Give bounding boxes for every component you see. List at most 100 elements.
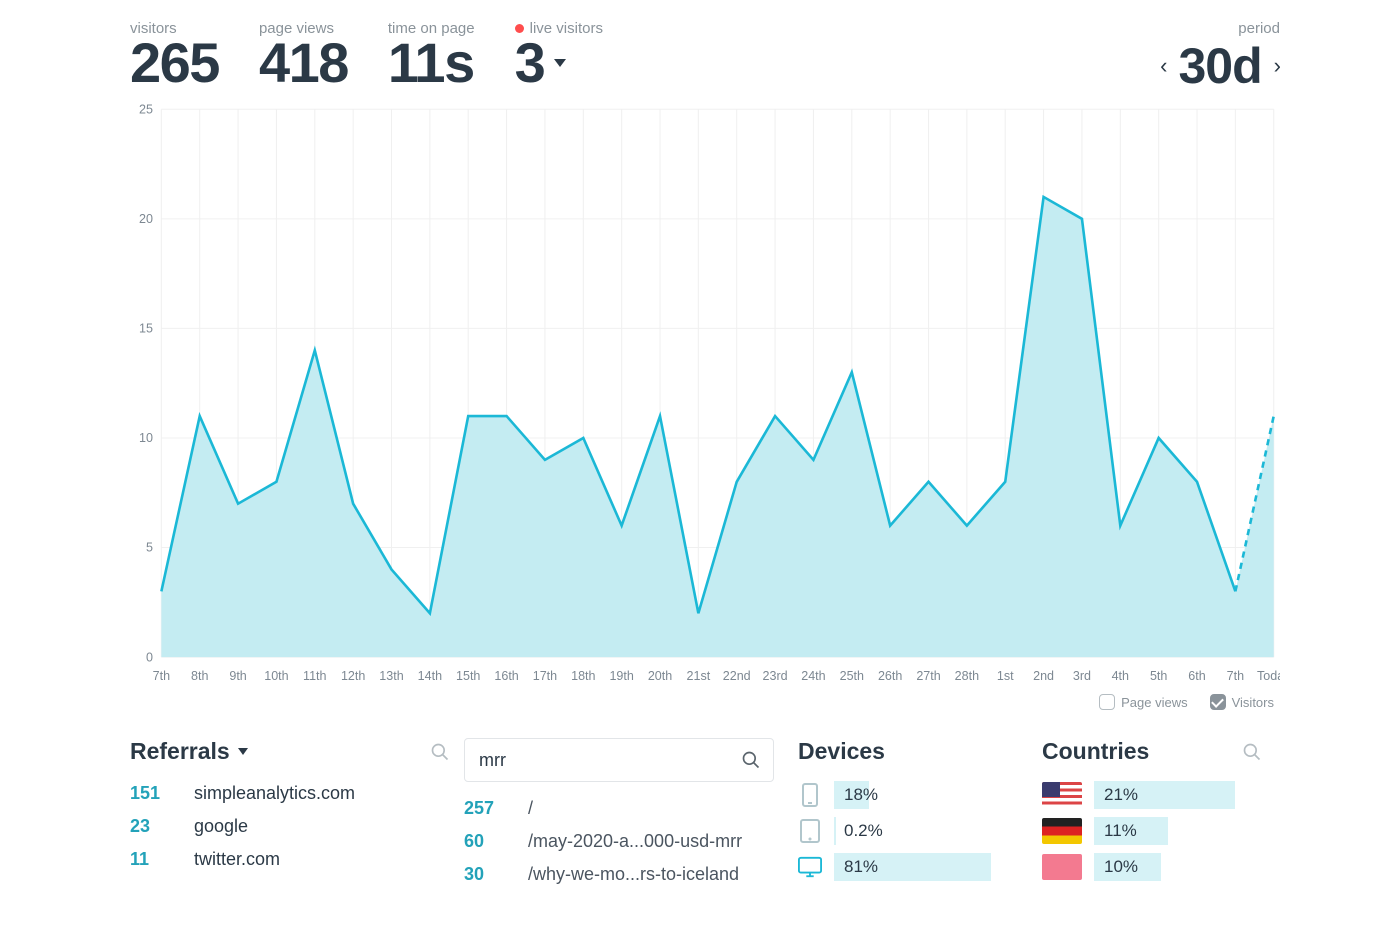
device-bar: 0.2% — [834, 817, 1028, 845]
desktop-icon — [798, 854, 822, 880]
stat-visitors[interactable]: visitors 265 — [130, 20, 219, 91]
svg-text:6th: 6th — [1188, 669, 1205, 683]
svg-text:27th: 27th — [916, 669, 940, 683]
device-row[interactable]: 81% — [798, 849, 1028, 885]
referral-row[interactable]: 23 google — [130, 810, 450, 843]
svg-text:7th: 7th — [153, 669, 170, 683]
svg-text:12th: 12th — [341, 669, 365, 683]
svg-text:21st: 21st — [687, 669, 711, 683]
search-icon[interactable] — [741, 750, 761, 770]
countries-panel: Countries 21%11%10% — [1042, 738, 1262, 885]
referral-name: simpleanalytics.com — [194, 783, 355, 804]
svg-text:4th: 4th — [1112, 669, 1129, 683]
flag-icon — [1042, 782, 1082, 808]
pages-panel: 257 / 60/may-2020-a...000-usd-mrr30/why-we… — [464, 738, 784, 891]
svg-text:15th: 15th — [456, 669, 480, 683]
devices-panel: Devices 18% 0.2% 81% — [798, 738, 1028, 885]
legend-pageviews-toggle[interactable]: Page views — [1099, 694, 1187, 710]
svg-text:3rd: 3rd — [1073, 669, 1091, 683]
svg-text:7th: 7th — [1227, 669, 1244, 683]
country-row[interactable]: 10% — [1042, 849, 1262, 885]
period-next-button[interactable]: › — [1274, 53, 1280, 79]
stat-time-value: 11s — [388, 35, 475, 91]
svg-text:10th: 10th — [264, 669, 288, 683]
svg-text:24th: 24th — [801, 669, 825, 683]
search-icon[interactable] — [1242, 742, 1262, 762]
phone-icon — [798, 782, 822, 808]
page-row[interactable]: 257 / — [464, 792, 784, 825]
search-icon[interactable] — [430, 742, 450, 762]
bottom-panels: Referrals 151simpleanalytics.com 23 google… — [130, 738, 1280, 891]
stat-pageviews-value: 418 — [259, 35, 348, 91]
page-count: 257 — [464, 798, 508, 819]
device-pct: 81% — [834, 857, 878, 877]
svg-text:22nd: 22nd — [723, 669, 751, 683]
country-pct: 21% — [1094, 785, 1138, 805]
period-label: period — [1238, 20, 1280, 37]
stat-visitors-value: 265 — [130, 35, 219, 91]
referral-name: google — [194, 816, 248, 837]
svg-text:28th: 28th — [955, 669, 979, 683]
referral-name: twitter.com — [194, 849, 280, 870]
visitors-chart[interactable]: 05101520257th8th9th10th11th12th13th14th1… — [130, 103, 1280, 688]
period-prev-button[interactable]: ‹ — [1160, 53, 1166, 79]
period-selector[interactable]: period ‹ 30d › — [1160, 20, 1280, 95]
svg-text:11th: 11th — [303, 669, 326, 683]
referral-row[interactable]: 151simpleanalytics.com — [130, 777, 450, 810]
svg-text:16th: 16th — [494, 669, 518, 683]
referral-row[interactable]: 11 twitter.com — [130, 843, 450, 876]
stat-pageviews[interactable]: page views 418 — [259, 20, 348, 91]
svg-text:0: 0 — [146, 650, 153, 664]
svg-text:20th: 20th — [648, 669, 672, 683]
svg-text:Today: Today — [1257, 669, 1280, 683]
country-row[interactable]: 11% — [1042, 813, 1262, 849]
device-row[interactable]: 0.2% — [798, 813, 1028, 849]
page-row[interactable]: 30/why-we-mo...rs-to-iceland — [464, 858, 784, 891]
device-pct: 0.2% — [834, 821, 883, 841]
referrals-panel: Referrals 151simpleanalytics.com 23 google… — [130, 738, 450, 876]
tablet-icon — [798, 818, 822, 844]
svg-text:26th: 26th — [878, 669, 902, 683]
stat-time-on-page[interactable]: time on page 11s — [388, 20, 475, 91]
checkbox-icon[interactable] — [1210, 694, 1226, 710]
svg-text:5: 5 — [146, 541, 153, 555]
chevron-down-icon[interactable] — [554, 59, 566, 67]
page-row[interactable]: 60/may-2020-a...000-usd-mrr — [464, 825, 784, 858]
referrals-title[interactable]: Referrals — [130, 738, 230, 765]
checkbox-icon[interactable] — [1099, 694, 1115, 710]
svg-text:17th: 17th — [533, 669, 557, 683]
page-path: /why-we-mo...rs-to-iceland — [528, 864, 739, 885]
country-bar: 21% — [1094, 781, 1262, 809]
flag-icon — [1042, 818, 1082, 844]
country-bar: 10% — [1094, 853, 1262, 881]
pages-search-field[interactable] — [477, 749, 741, 772]
flag-icon — [1042, 854, 1082, 880]
chart-legend: Page views Visitors — [130, 694, 1280, 710]
page-count: 60 — [464, 831, 508, 852]
svg-text:13th: 13th — [379, 669, 403, 683]
stat-live-visitors[interactable]: live visitors 3 — [515, 20, 603, 91]
country-row[interactable]: 21% — [1042, 777, 1262, 813]
svg-text:25: 25 — [139, 103, 153, 116]
pages-search-input[interactable] — [464, 738, 774, 782]
referral-count: 23 — [130, 816, 174, 837]
svg-text:23rd: 23rd — [763, 669, 788, 683]
chevron-down-icon[interactable] — [238, 748, 248, 755]
legend-visitors-toggle[interactable]: Visitors — [1210, 694, 1274, 710]
referral-count: 11 — [130, 849, 174, 870]
svg-text:1st: 1st — [997, 669, 1014, 683]
devices-title: Devices — [798, 738, 885, 765]
svg-text:14th: 14th — [418, 669, 442, 683]
svg-text:18th: 18th — [571, 669, 595, 683]
device-row[interactable]: 18% — [798, 777, 1028, 813]
svg-text:20: 20 — [139, 212, 153, 226]
country-pct: 10% — [1094, 857, 1138, 877]
svg-text:15: 15 — [139, 322, 153, 336]
device-bar: 81% — [834, 853, 1028, 881]
period-value[interactable]: 30d — [1179, 37, 1262, 95]
stat-live-value[interactable]: 3 — [515, 35, 603, 91]
page-path: / — [528, 798, 533, 819]
country-bar: 11% — [1094, 817, 1262, 845]
country-pct: 11% — [1094, 821, 1137, 841]
svg-text:2nd: 2nd — [1033, 669, 1054, 683]
